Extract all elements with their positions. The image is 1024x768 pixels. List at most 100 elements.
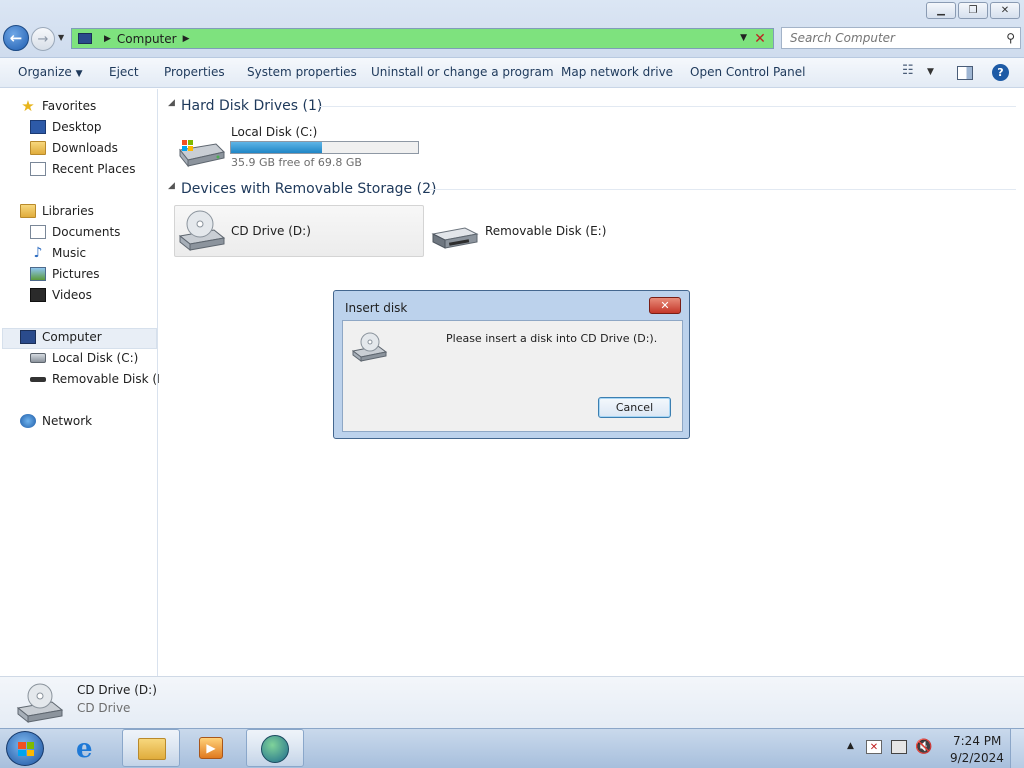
group-header-hard-disks[interactable]: Hard Disk Drives (1): [181, 98, 322, 114]
sidebar-label: Documents: [52, 225, 121, 239]
eject-button[interactable]: Eject: [109, 65, 139, 79]
sidebar-item-computer[interactable]: Computer: [20, 330, 102, 344]
collapse-arrow-icon[interactable]: ◢: [168, 181, 175, 191]
sidebar-label: Computer: [42, 330, 102, 344]
taskbar-media-player[interactable]: ▶: [184, 729, 242, 767]
sidebar-label: Favorites: [42, 99, 97, 113]
show-hidden-icons-icon[interactable]: ▲: [847, 741, 854, 751]
drive-label: Removable Disk (E:): [485, 224, 607, 238]
computer-icon: [78, 33, 92, 44]
chevron-down-icon: ▼: [75, 69, 83, 79]
collapse-arrow-icon[interactable]: ◢: [168, 98, 175, 108]
details-item-name: CD Drive (D:): [77, 683, 157, 697]
properties-button[interactable]: Properties: [164, 65, 225, 79]
sidebar-item-documents[interactable]: Documents: [30, 225, 120, 239]
sidebar-item-recent-places[interactable]: Recent Places: [30, 162, 135, 176]
removable-disk-icon: [30, 376, 46, 382]
drive-label: Local Disk (C:): [231, 125, 318, 139]
view-dropdown-icon[interactable]: ▼: [927, 67, 934, 77]
network-tray-icon[interactable]: [891, 740, 907, 754]
restore-button[interactable]: ❐: [958, 2, 988, 19]
clock-date[interactable]: 9/2/2024: [950, 751, 1004, 765]
dialog-close-button[interactable]: ✕: [649, 297, 681, 314]
dialog-body: Please insert a disk into CD Drive (D:).…: [342, 320, 683, 432]
minimize-button[interactable]: ▁: [926, 2, 956, 19]
documents-icon: [30, 225, 46, 239]
sidebar-label: Recent Places: [52, 162, 136, 176]
removable-disk-icon: [431, 227, 479, 249]
help-icon[interactable]: ?: [992, 64, 1009, 81]
breadcrumb-arrow-icon[interactable]: ▶: [104, 34, 111, 44]
cd-drive-icon: [16, 683, 64, 724]
breadcrumb-computer[interactable]: Computer: [117, 32, 177, 46]
show-desktop-button[interactable]: [1010, 729, 1024, 768]
navigation-pane: ★ Favorites Desktop Downloads Recent Plac…: [0, 89, 173, 676]
drive-label: CD Drive (D:): [231, 224, 311, 238]
uninstall-program-button[interactable]: Uninstall or change a program: [371, 65, 554, 79]
dialog-message: Please insert a disk into CD Drive (D:).: [446, 332, 658, 345]
network-icon: [20, 414, 36, 428]
sidebar-item-removable-disk[interactable]: Removable Disk (E:): [30, 372, 173, 386]
recent-places-icon: [30, 162, 46, 176]
organize-button[interactable]: Organize ▼: [18, 65, 83, 79]
media-player-icon: ▶: [199, 737, 223, 759]
sidebar-item-videos[interactable]: Videos: [30, 288, 92, 302]
preview-pane-icon[interactable]: [957, 66, 973, 80]
group-divider: [428, 189, 1016, 190]
sidebar-label: Local Disk (C:): [52, 351, 139, 365]
sidebar-item-pictures[interactable]: Pictures: [30, 267, 100, 281]
search-icon[interactable]: ⚲: [1006, 31, 1015, 45]
system-properties-button[interactable]: System properties: [247, 65, 357, 79]
sidebar-label: Music: [52, 246, 87, 260]
explorer-window: ▁ ❐ ✕ ← → ▼ ▶ Computer ▶ ▼ ✕ ⚲ Organize …: [0, 0, 1024, 728]
pictures-icon: [30, 267, 46, 281]
taskbar-internet-explorer[interactable]: e: [62, 729, 120, 767]
recent-pages-dropdown[interactable]: ▼: [58, 33, 64, 42]
address-bar[interactable]: ▶ Computer ▶ ▼ ✕: [71, 28, 774, 49]
group-header-removable-storage[interactable]: Devices with Removable Storage (2): [181, 181, 436, 197]
star-icon: ★: [21, 97, 35, 115]
sidebar-label: Libraries: [42, 204, 94, 218]
open-control-panel-button[interactable]: Open Control Panel: [690, 65, 805, 79]
sidebar-item-libraries[interactable]: Libraries: [20, 204, 94, 218]
sidebar-item-favorites[interactable]: ★ Favorites: [20, 97, 97, 115]
search-box[interactable]: ⚲: [781, 27, 1021, 49]
sidebar-item-downloads[interactable]: Downloads: [30, 141, 118, 155]
change-view-icon[interactable]: ☷: [902, 63, 914, 78]
music-icon: ♪: [33, 245, 43, 261]
sidebar-label: Network: [42, 414, 93, 428]
videos-icon: [30, 288, 46, 302]
hard-disk-icon: [30, 353, 46, 363]
forward-arrow-icon: →: [37, 31, 49, 47]
sidebar-label: Removable Disk (E:): [52, 372, 174, 386]
back-button[interactable]: ←: [3, 25, 29, 51]
group-divider: [320, 106, 1016, 107]
breadcrumb-arrow-icon[interactable]: ▶: [183, 34, 190, 44]
map-network-drive-button[interactable]: Map network drive: [561, 65, 673, 79]
taskbar-windows-explorer[interactable]: [122, 729, 180, 767]
search-input[interactable]: [790, 31, 990, 45]
cancel-button[interactable]: Cancel: [598, 397, 671, 418]
caption-buttons: ▁ ❐ ✕: [926, 2, 1020, 19]
volume-muted-icon[interactable]: 🔇: [915, 739, 932, 755]
start-button[interactable]: [6, 731, 44, 766]
close-button[interactable]: ✕: [990, 2, 1020, 19]
disk-usage-fill: [231, 142, 322, 153]
clock-time[interactable]: 7:24 PM: [953, 734, 1001, 748]
minimize-icon: ▁: [937, 5, 945, 16]
restore-icon: ❐: [968, 5, 978, 16]
taskbar-active-app[interactable]: [246, 729, 304, 767]
sidebar-item-music[interactable]: ♪ Music: [30, 245, 87, 261]
sidebar-item-desktop[interactable]: Desktop: [30, 120, 102, 134]
insert-disk-dialog: Insert disk ✕ Please insert a disk into …: [333, 290, 690, 439]
libraries-icon: [20, 204, 36, 218]
stop-icon[interactable]: ✕: [751, 30, 769, 47]
action-center-icon[interactable]: ✕: [866, 740, 882, 754]
cd-drive-icon: [352, 332, 388, 362]
windows-logo-icon: [18, 742, 34, 756]
sidebar-label: Videos: [52, 288, 92, 302]
forward-button[interactable]: →: [31, 27, 55, 51]
address-dropdown-icon[interactable]: ▼: [740, 33, 747, 43]
sidebar-item-local-disk[interactable]: Local Disk (C:): [30, 351, 138, 365]
sidebar-item-network[interactable]: Network: [20, 414, 92, 428]
